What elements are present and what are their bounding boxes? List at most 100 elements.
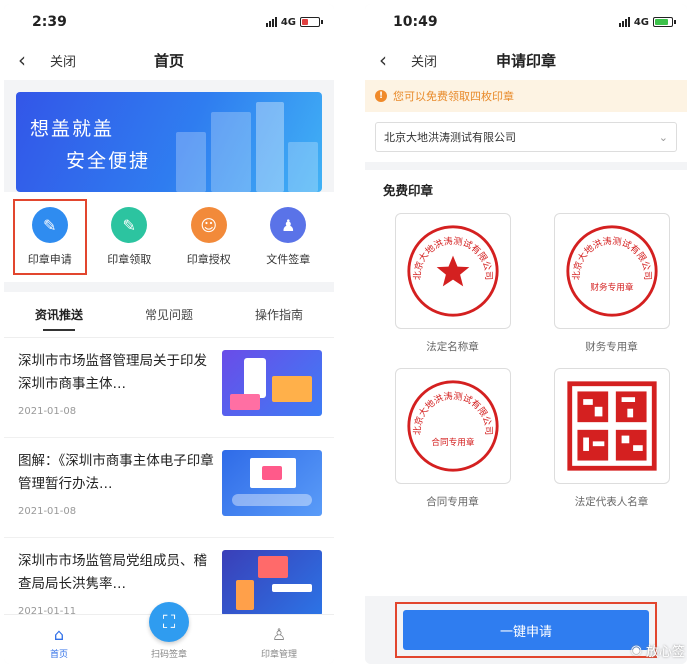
svg-text:北京大地洪涛测试有限公司: 北京大地洪涛测试有限公司 (411, 390, 493, 435)
section-title: 免费印章 (383, 183, 434, 198)
tabbar-manage[interactable]: ♙ 印章管理 (244, 625, 314, 661)
seal-card-finance[interactable]: 北京大地洪涛测试有限公司 财务专用章 财务专用章 (552, 213, 671, 354)
seal-label: 法定代表人名章 (574, 496, 649, 508)
news-date: 2021-01-08 (18, 506, 77, 517)
news-title: 深圳市市场监管局党组成员、稽查局局长洪隽率… (18, 553, 207, 592)
legal-name-seal-image: 北京大地洪涛测试有限公司 (406, 225, 499, 317)
close-button[interactable]: 关闭 (50, 51, 76, 70)
seal-arc-text: 北京大地洪涛测试有限公司 (411, 390, 493, 435)
banner-subline: 安全便捷 (66, 150, 151, 172)
news-title: 图解：《深圳市商事主体电子印章管理暂行办法… (18, 453, 214, 492)
banner-headline: 想盖就盖 (30, 118, 115, 140)
seal-card-legal-name[interactable]: 北京大地洪涛测试有限公司 法定名称章 (393, 213, 512, 354)
free-seals-section: 免费印章 北京大地洪涛测试有限公司 法定名称章 北京大地洪涛测试有限公司 财务专… (365, 170, 687, 600)
notice-text: 您可以免费领取四枚印章 (393, 90, 514, 103)
banner-illustration (176, 132, 206, 192)
seal-card-legal-rep[interactable]: 法定代表人名章 (552, 368, 671, 509)
nav-bar: ‹ 关闭 申请印章 (365, 40, 687, 80)
banner-illustration-building (211, 112, 251, 192)
news-thumbnail (222, 350, 322, 416)
seal-card-contract[interactable]: 北京大地洪涛测试有限公司 合同专用章 合同专用章 (393, 368, 512, 509)
watermark: ◉ 放心签 (631, 641, 685, 660)
seal-preview: 北京大地洪涛测试有限公司 财务专用章 (553, 213, 670, 329)
seal-center-text: 合同专用章 (431, 436, 475, 448)
list-item[interactable]: 图解：《深圳市商事主体电子印章管理暂行办法… 2021-01-08 (4, 438, 334, 538)
notice-bar: ! 您可以免费领取四枚印章 (365, 80, 687, 112)
seal-authorize-icon: ☺ (190, 207, 227, 243)
finance-seal-image: 北京大地洪涛测试有限公司 财务专用章 (565, 225, 658, 317)
legal-rep-seal-image (566, 381, 657, 471)
home-icon: ⌂ (53, 625, 65, 644)
news-list: 深圳市市场监督管理局关于印发深圳市商事主体… 2021-01-08 图解：《深圳… (4, 338, 334, 638)
one-click-apply-button[interactable]: 一键申请 (403, 610, 649, 650)
news-text: 图解：《深圳市商事主体电子印章管理暂行办法… 2021-01-08 (18, 450, 214, 537)
file-sign-icon: ♟ (270, 207, 307, 243)
signal-icon (618, 17, 630, 27)
company-name: 北京大地洪涛测试有限公司 (384, 131, 516, 144)
back-arrow-icon[interactable]: ‹ (18, 48, 36, 72)
seal-preview: 北京大地洪涛测试有限公司 合同专用章 (394, 368, 511, 484)
quick-item-label: 印章申请 (27, 253, 72, 266)
apply-seal-screen: 10:49 4G ‹ 关闭 申请印章 ! 您可以免费领取四枚印章 北京大地洪涛测… (365, 4, 687, 664)
network-type: 4G (280, 16, 296, 28)
network-type: 4G (633, 16, 649, 28)
seal-receive-icon: ✎ (111, 207, 148, 243)
news-text: 深圳市市场监督管理局关于印发深圳市商事主体… 2021-01-08 (18, 350, 214, 437)
seal-center-text: 财务专用章 (590, 281, 634, 293)
tabbar-label: 扫码签章 (150, 650, 187, 660)
close-button[interactable]: 关闭 (411, 51, 437, 70)
status-bar: 10:49 4G (365, 4, 687, 40)
banner-illustration-building (256, 102, 284, 192)
watermark-text: 放心签 (645, 645, 685, 660)
news-thumbnail (222, 550, 322, 616)
seal-preview: 北京大地洪涛测试有限公司 (394, 213, 511, 329)
news-tabs: 资讯推送 常见问题 操作指南 (4, 292, 334, 338)
tabbar-label: 首页 (49, 650, 68, 660)
contract-seal-image: 北京大地洪涛测试有限公司 合同专用章 (406, 380, 499, 472)
seal-label: 合同专用章 (426, 496, 479, 508)
tab-news[interactable]: 资讯推送 (35, 298, 83, 331)
quick-item-seal-receive[interactable]: ✎ 印章领取 (92, 199, 166, 275)
tab-faq[interactable]: 常见问题 (145, 298, 193, 331)
seal-preview (553, 368, 670, 484)
tabbar-label: 印章管理 (260, 650, 297, 660)
company-select[interactable]: 北京大地洪涛测试有限公司 ⌄ (375, 122, 677, 152)
news-title: 深圳市市场监督管理局关于印发深圳市商事主体… (18, 353, 207, 392)
apply-highlight-frame: 一键申请 (395, 602, 657, 658)
seal-arc-text: 北京大地洪涛测试有限公司 (570, 235, 652, 280)
banner-illustration-building (288, 142, 318, 192)
quick-item-seal-authorize[interactable]: ☺ 印章授权 (172, 199, 246, 275)
seal-label: 法定名称章 (426, 341, 479, 353)
seal-label: 财务专用章 (585, 341, 638, 353)
company-row: 北京大地洪涛测试有限公司 ⌄ (365, 112, 687, 162)
seal-apply-icon: ✎ (31, 207, 68, 243)
quick-item-seal-apply[interactable]: ✎ 印章申请 (12, 199, 87, 275)
scan-icon: ⛶ (149, 602, 189, 642)
tab-guide[interactable]: 操作指南 (255, 298, 303, 331)
status-bar: 2:39 4G (4, 4, 334, 40)
seal-manage-icon: ♙ (271, 625, 287, 644)
bottom-tabbar: ⌂ 首页 ⛶ 扫码签章 ♙ 印章管理 (4, 602, 334, 664)
back-arrow-icon[interactable]: ‹ (379, 48, 397, 72)
news-thumbnail (222, 450, 322, 516)
quick-item-label: 印章领取 (107, 253, 152, 266)
battery-icon (653, 17, 676, 27)
seal-grid: 北京大地洪涛测试有限公司 法定名称章 北京大地洪涛测试有限公司 财务专用章 财务… (365, 199, 687, 509)
quick-menu: ✎ 印章申请 ✎ 印章领取 ☺ 印章授权 ♟ 文件签章 (4, 192, 334, 282)
status-time: 10:49 (393, 14, 438, 30)
promo-banner[interactable]: 想盖就盖 安全便捷 (16, 92, 322, 192)
info-icon: ! (375, 90, 387, 102)
svg-text:北京大地洪涛测试有限公司: 北京大地洪涛测试有限公司 (570, 235, 652, 280)
quick-item-file-sign[interactable]: ♟ 文件签章 (251, 199, 325, 275)
status-time: 2:39 (32, 14, 67, 30)
home-screen: 2:39 4G ‹ 关闭 首页 想盖就盖 安全便捷 ✎ 印章申请 ✎ 印章领取 … (4, 4, 334, 664)
nav-bar: ‹ 关闭 首页 (4, 40, 334, 80)
news-date: 2021-01-08 (18, 406, 77, 417)
tabbar-home[interactable]: ⌂ 首页 (24, 625, 94, 661)
signal-icon (265, 17, 277, 27)
list-item[interactable]: 深圳市市场监督管理局关于印发深圳市商事主体… 2021-01-08 (4, 338, 334, 438)
chevron-down-icon: ⌄ (658, 130, 668, 144)
tabbar-scan[interactable]: ⛶ 扫码签章 (134, 602, 204, 660)
quick-item-label: 文件签章 (266, 253, 311, 266)
battery-icon (300, 17, 323, 27)
